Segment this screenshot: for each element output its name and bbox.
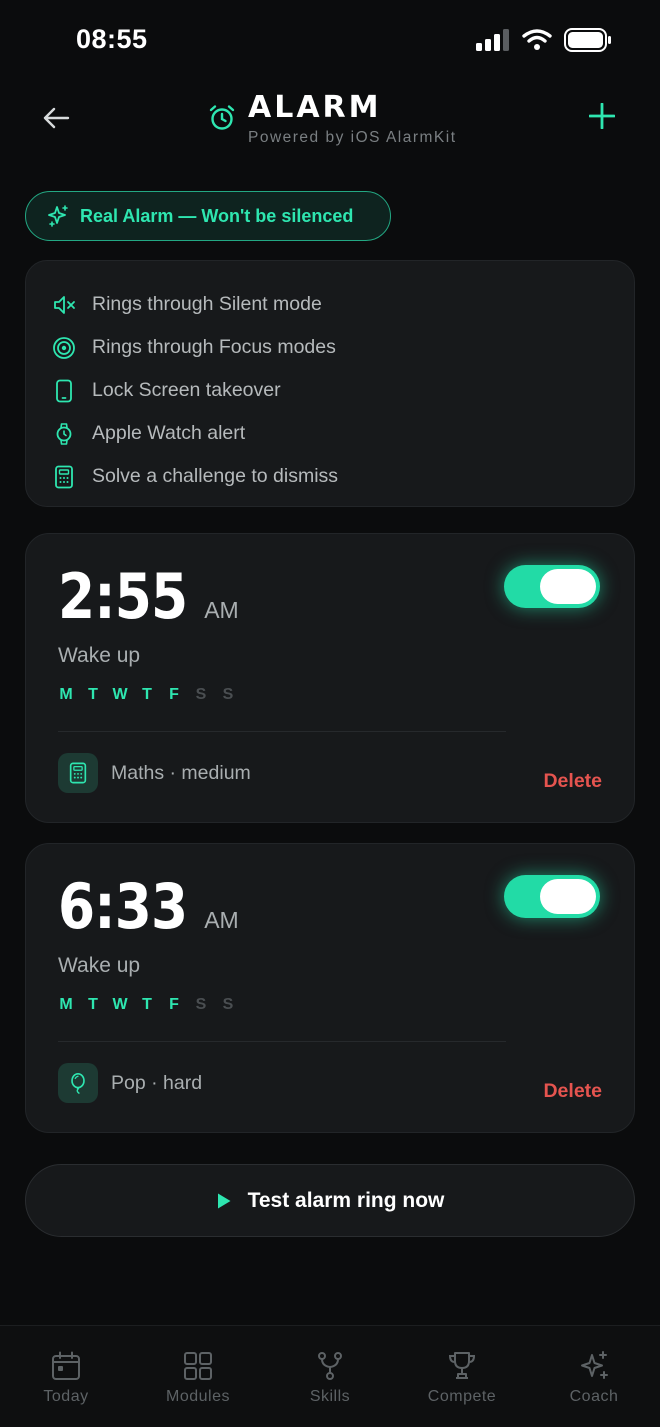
alarm-toggle[interactable] xyxy=(504,875,600,918)
header: ALARM Powered by iOS AlarmKit xyxy=(0,80,660,160)
divider xyxy=(58,1041,506,1042)
alarm-challenge: Pop · hard xyxy=(58,1063,202,1103)
alarm-card[interactable]: 2:55 AM Wake up M T W T F S S Maths · me… xyxy=(25,533,635,823)
feature-item: Rings through Focus modes xyxy=(52,326,634,369)
arrow-left-icon xyxy=(43,107,70,129)
toggle-knob xyxy=(540,879,596,914)
day-wednesday: W xyxy=(112,686,128,703)
feature-label: Rings through Silent mode xyxy=(92,293,322,315)
signal-icon xyxy=(476,29,509,51)
play-icon xyxy=(217,1193,231,1208)
grid-icon xyxy=(184,1352,212,1380)
day-saturday: S xyxy=(195,996,207,1013)
alarm-clock-time: 6:33 xyxy=(58,870,188,943)
feature-label: Lock Screen takeover xyxy=(92,379,281,401)
toggle-knob xyxy=(540,569,596,604)
day-friday: F xyxy=(169,686,179,703)
calendar-icon xyxy=(52,1351,80,1380)
sparkles-icon xyxy=(48,205,68,227)
day-friday: F xyxy=(169,996,179,1013)
delete-button[interactable]: Delete xyxy=(543,1080,602,1103)
day-sunday: S xyxy=(222,996,234,1013)
add-alarm-button[interactable] xyxy=(584,98,620,134)
alarm-time: 2:55 AM xyxy=(58,560,239,633)
tab-modules[interactable]: Modules xyxy=(132,1350,264,1406)
alarm-label: Wake up xyxy=(58,954,141,977)
back-button[interactable] xyxy=(38,100,74,136)
phone-icon xyxy=(52,379,76,403)
badge-text: Real Alarm — Won't be silenced xyxy=(80,205,354,226)
target-icon xyxy=(52,336,76,360)
sparkles-icon xyxy=(581,1351,608,1379)
tab-label: Compete xyxy=(427,1388,497,1405)
test-alarm-button[interactable]: Test alarm ring now xyxy=(25,1164,635,1237)
calculator-icon xyxy=(58,753,98,793)
test-alarm-label: Test alarm ring now xyxy=(247,1188,445,1212)
tab-label: Today xyxy=(43,1388,89,1405)
day-thursday: T xyxy=(142,996,152,1013)
day-monday: M xyxy=(59,996,73,1013)
tab-today[interactable]: Today xyxy=(0,1350,132,1406)
alarm-challenge: Maths · medium xyxy=(58,753,251,793)
alarm-days: M T W T F S S xyxy=(58,996,236,1014)
day-thursday: T xyxy=(142,686,152,703)
divider xyxy=(58,731,506,732)
calculator-icon xyxy=(52,465,76,489)
delete-button[interactable]: Delete xyxy=(543,770,602,793)
tab-skills[interactable]: Skills xyxy=(264,1350,396,1406)
speaker-mute-icon xyxy=(52,293,76,317)
status-time: 08:55 xyxy=(76,24,148,54)
alarm-clock-icon xyxy=(209,105,235,130)
feature-label: Apple Watch alert xyxy=(92,422,246,444)
day-monday: M xyxy=(59,686,73,703)
features-card: Rings through Silent mode Rings through … xyxy=(25,260,635,507)
tab-label: Coach xyxy=(569,1388,619,1405)
watch-icon xyxy=(52,422,76,446)
alarm-time: 6:33 AM xyxy=(58,870,239,943)
tab-label: Skills xyxy=(309,1388,351,1405)
feature-item: Rings through Silent mode xyxy=(52,283,634,326)
day-tuesday: T xyxy=(88,686,98,703)
feature-item: Apple Watch alert xyxy=(52,412,634,455)
real-alarm-badge: Real Alarm — Won't be silenced xyxy=(25,191,391,241)
challenge-text: Maths · medium xyxy=(111,761,251,784)
branch-icon xyxy=(318,1352,342,1380)
alarm-toggle[interactable] xyxy=(504,565,600,608)
feature-label: Rings through Focus modes xyxy=(92,336,336,358)
day-saturday: S xyxy=(195,686,207,703)
wifi-icon xyxy=(522,29,552,50)
alarm-clock-time: 2:55 xyxy=(58,560,188,633)
title-group: ALARM Powered by iOS AlarmKit xyxy=(208,90,457,147)
feature-label: Solve a challenge to dismiss xyxy=(92,465,339,487)
tab-compete[interactable]: Compete xyxy=(396,1350,528,1406)
challenge-text: Pop · hard xyxy=(111,1071,203,1094)
battery-icon xyxy=(564,28,611,52)
alarm-label: Wake up xyxy=(58,644,141,667)
status-bar: 08:55 xyxy=(0,0,660,80)
alarm-ampm: AM xyxy=(204,597,239,623)
feature-item: Lock Screen takeover xyxy=(52,369,634,412)
alarm-days: M T W T F S S xyxy=(58,686,236,704)
balloon-icon xyxy=(58,1063,98,1103)
alarm-ampm: AM xyxy=(204,907,239,933)
tab-label: Modules xyxy=(166,1388,230,1405)
page-subtitle: Powered by iOS AlarmKit xyxy=(248,129,457,146)
day-sunday: S xyxy=(222,686,234,703)
tab-bar: Today Modules Skills Compete Coach xyxy=(0,1325,660,1427)
feature-item: Solve a challenge to dismiss xyxy=(52,455,634,498)
plus-icon xyxy=(589,103,615,129)
day-wednesday: W xyxy=(112,996,128,1013)
trophy-icon xyxy=(448,1352,476,1379)
tab-coach[interactable]: Coach xyxy=(528,1350,660,1406)
alarm-card[interactable]: 6:33 AM Wake up M T W T F S S Pop · hard… xyxy=(25,843,635,1133)
day-tuesday: T xyxy=(88,996,98,1013)
status-icons xyxy=(476,28,612,52)
page-title: ALARM xyxy=(248,90,382,125)
